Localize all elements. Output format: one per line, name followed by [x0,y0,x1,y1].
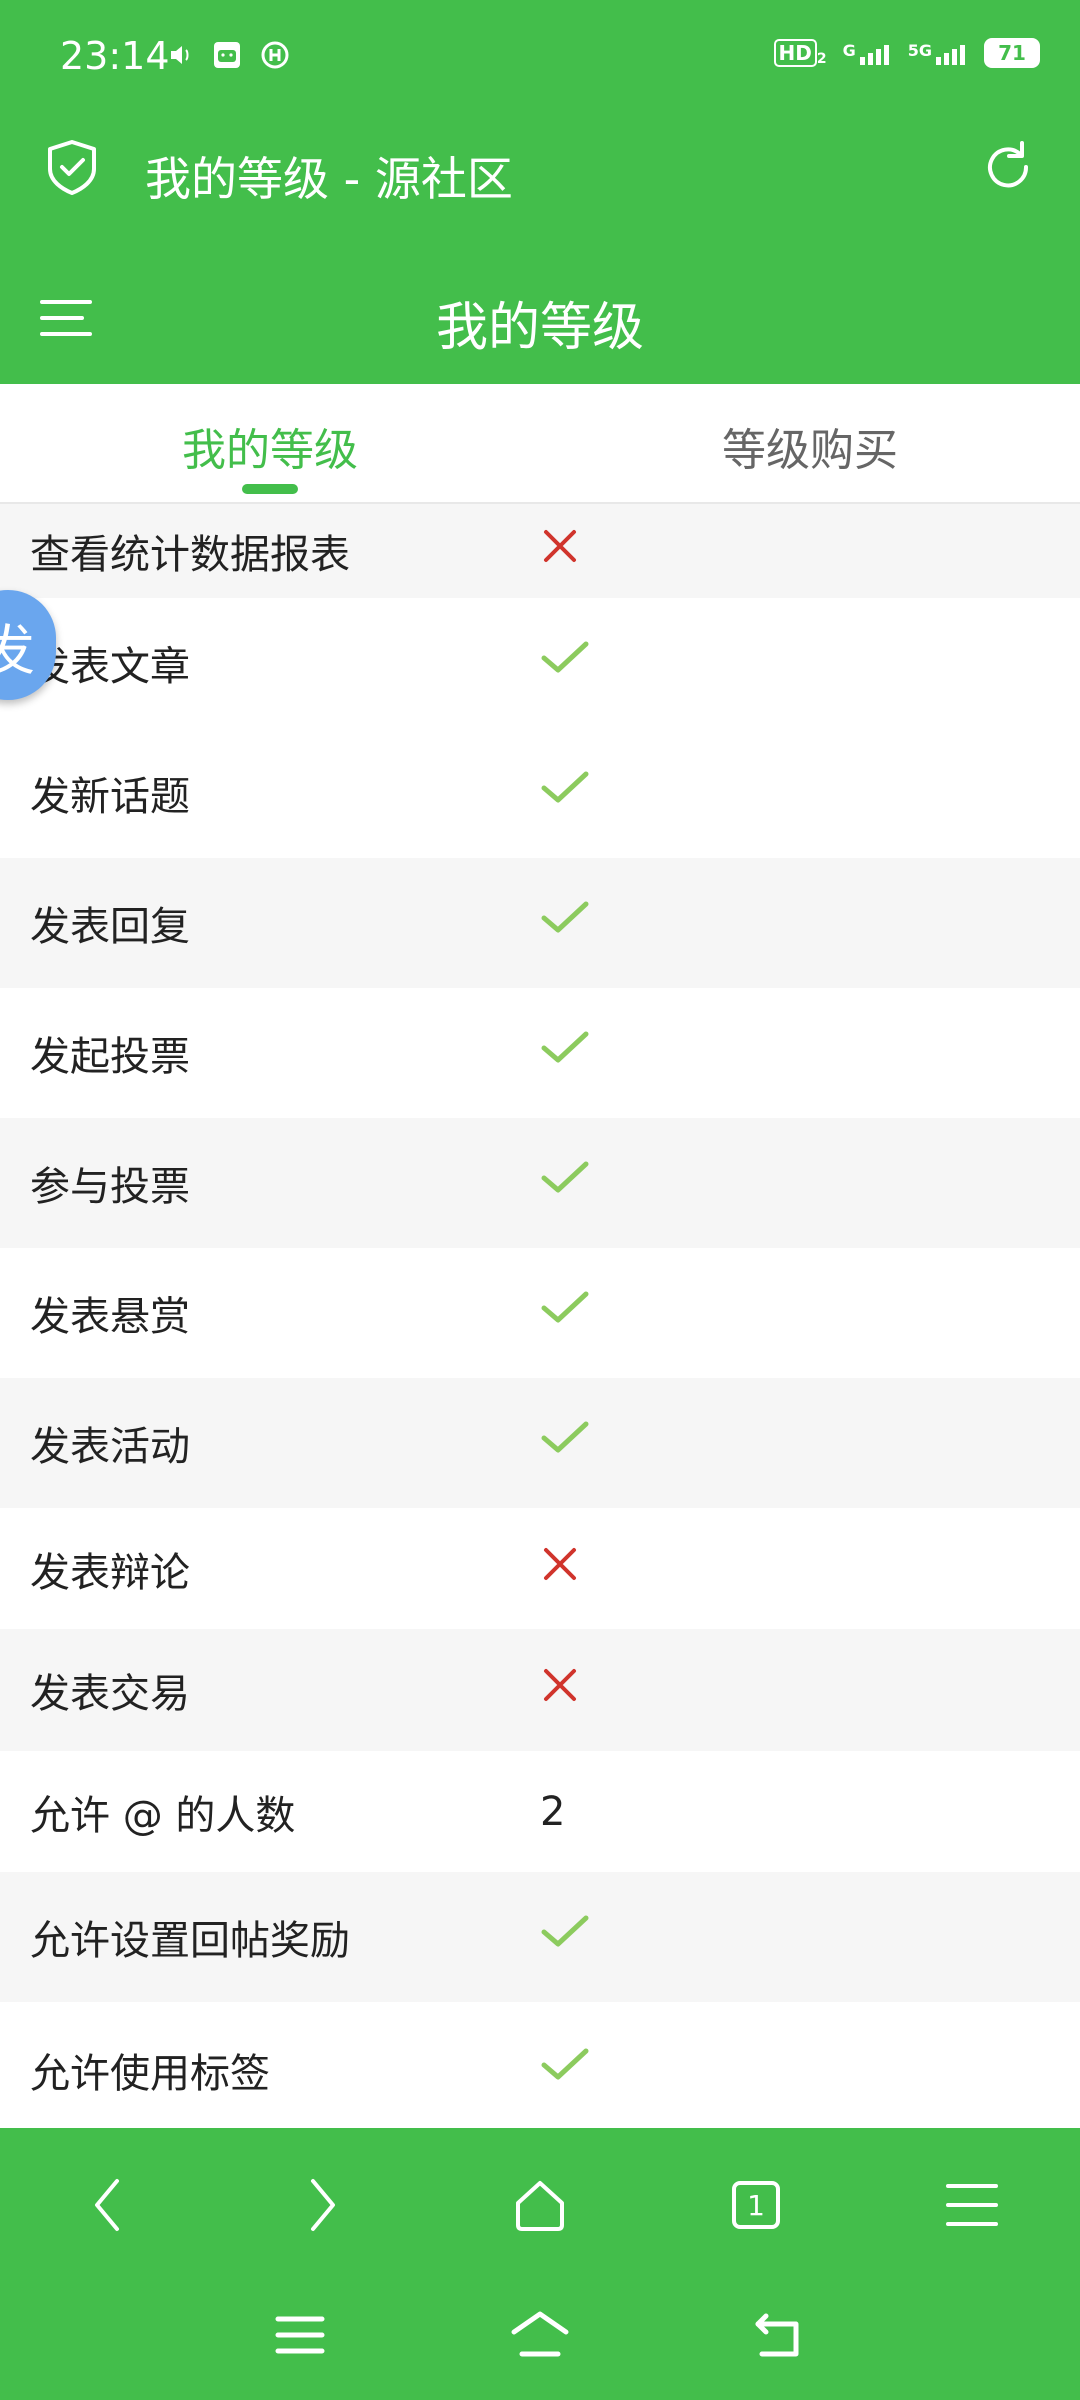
chevron-left-icon [95,2179,119,2231]
browser-title-bar: 我的等级 - 源社区 [0,115,1080,260]
status-bar: 23:14 HD 2 G 5G 71 [0,0,1080,115]
signal-1: G [843,41,892,65]
check-icon [540,1028,590,1078]
status-time: 23:14 [60,34,170,78]
home-icon [511,2311,569,2357]
check-icon [540,898,590,948]
permission-row: 允许 @ 的人数 2 [0,1751,1080,1872]
browser-page-title: 我的等级 - 源社区 [145,152,513,206]
check-icon [540,638,590,688]
cross-icon [540,1544,580,1594]
cross-icon [540,526,580,576]
hd-label: HD [773,39,817,67]
permission-label: 发表悬赏 [30,1294,190,1340]
recents-button[interactable] [265,2305,335,2365]
permission-row: 发表辩论 [0,1508,1080,1629]
system-navigation-bar [0,2273,1080,2400]
tabs-button[interactable]: 1 [721,2170,791,2240]
tab-bar: 我的等级 等级购买 [0,384,1080,504]
check-icon [540,2045,590,2095]
chevron-right-icon [311,2179,335,2231]
permission-value: 2 [540,1788,566,1835]
signal-icon [936,45,965,65]
permission-label: 发起投票 [30,1034,190,1080]
status-left-icons [168,40,290,70]
forward-button[interactable] [288,2170,358,2240]
permission-row: 发表悬赏 [0,1248,1080,1378]
permission-row: 发表活动 [0,1378,1080,1508]
permission-row: 允许使用标签 [0,2002,1080,2138]
browser-bottom-toolbar: 1 [0,2128,1080,2273]
page-header: 我的等级 [0,260,1080,384]
signal-2: 5G [908,41,968,65]
tab-count-icon: 1 [732,2181,780,2229]
android-icon [214,42,240,68]
hd-indicator: HD 2 [773,39,827,67]
check-icon [540,1158,590,1208]
back-icon [755,2313,799,2357]
shield-check-icon[interactable] [42,137,102,197]
signal-icon [859,45,889,65]
signal-2-label: 5G [907,41,932,60]
permission-row: 发表文章 [0,598,1080,728]
back-button[interactable] [72,2170,142,2240]
check-icon [540,768,590,818]
permission-label: 发表辩论 [30,1549,190,1596]
permission-row: 发起投票 [0,988,1080,1118]
tab-level-purchase[interactable]: 等级购买 [540,414,1080,478]
browser-menu-button[interactable] [937,2170,1007,2240]
home-button[interactable] [505,2170,575,2240]
permission-label: 参与投票 [30,1164,190,1210]
permission-row: 发表回复 [0,858,1080,988]
status-right-icons: HD 2 G 5G 71 [773,38,1040,68]
permission-label: 发表回复 [30,904,190,950]
permission-label: 允许使用标签 [30,2051,270,2097]
battery-icon: 71 [984,38,1040,68]
permission-row: 查看统计数据报表 [0,504,1080,598]
permission-row: 允许设置回帖奖励 [0,1872,1080,2002]
permission-label: 允许 @ 的人数 [30,1792,296,1839]
permission-label: 发表活动 [30,1424,190,1470]
permission-label: 查看统计数据报表 [30,532,350,578]
permissions-table: 查看统计数据报表发表文章发新话题发表回复发起投票参与投票发表悬赏发表活动发表辩论… [0,504,1080,2138]
speaker-icon [171,46,189,64]
system-back-button[interactable] [745,2305,815,2365]
permission-label: 发表交易 [30,1671,190,1717]
system-home-button[interactable] [505,2305,575,2365]
cross-icon [540,1665,580,1715]
permission-label: 发新话题 [30,774,190,820]
check-icon [540,1288,590,1338]
home-icon [516,2181,564,2231]
permission-label: 允许设置回帖奖励 [30,1918,350,1964]
hd-sub: 2 [816,51,827,67]
reload-icon[interactable] [978,137,1038,197]
tab-active-indicator [242,484,298,494]
tab-my-level[interactable]: 我的等级 [0,414,540,478]
check-icon [540,1912,590,1962]
menu-icon [946,2184,998,2226]
page-title: 我的等级 [435,298,644,358]
signal-1-label: G [842,41,856,60]
sync-icon [261,41,289,69]
recents-icon [275,2316,325,2354]
permission-row: 参与投票 [0,1118,1080,1248]
permission-row: 发新话题 [0,728,1080,858]
permission-row: 发表交易 [0,1629,1080,1751]
check-icon [540,1418,590,1468]
